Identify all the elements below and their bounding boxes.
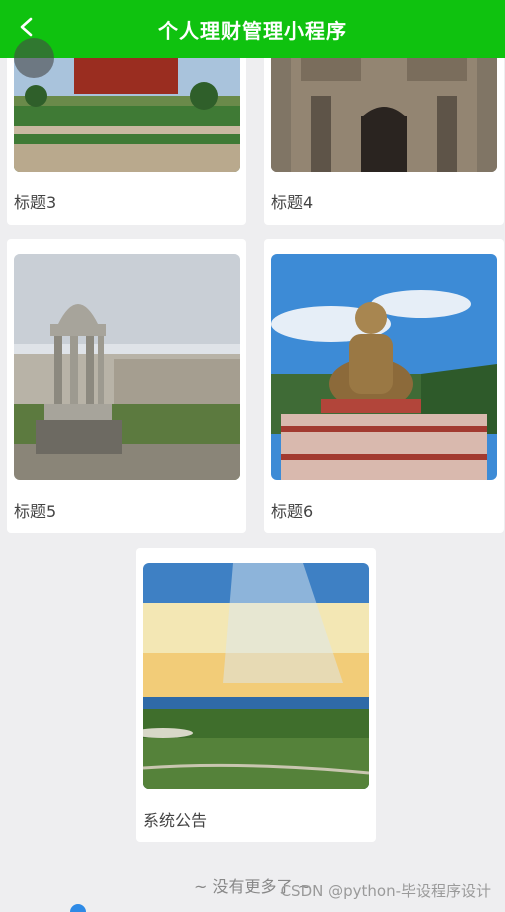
card-image <box>143 563 369 789</box>
chevron-left-icon <box>20 17 33 37</box>
card-title: 系统公告 <box>143 811 208 830</box>
floating-button[interactable] <box>14 38 54 78</box>
card-title: 标题3 <box>14 193 57 212</box>
notice-card[interactable]: 系统公告 <box>136 548 376 842</box>
watermark: CSDN @python-毕设程序设计 <box>280 882 491 900</box>
card-title: 标题4 <box>271 193 314 212</box>
card-image <box>271 254 497 480</box>
card-image <box>14 254 240 480</box>
nav-bar: 个人理财管理小程序 <box>0 0 505 58</box>
scroll-indicator <box>70 904 86 912</box>
grid-card-6[interactable]: 标题6 <box>264 239 504 533</box>
grid-card-5[interactable]: 标题5 <box>7 239 246 533</box>
card-title: 标题5 <box>14 502 57 521</box>
card-title: 标题6 <box>271 502 314 521</box>
page-title: 个人理财管理小程序 <box>158 18 347 43</box>
